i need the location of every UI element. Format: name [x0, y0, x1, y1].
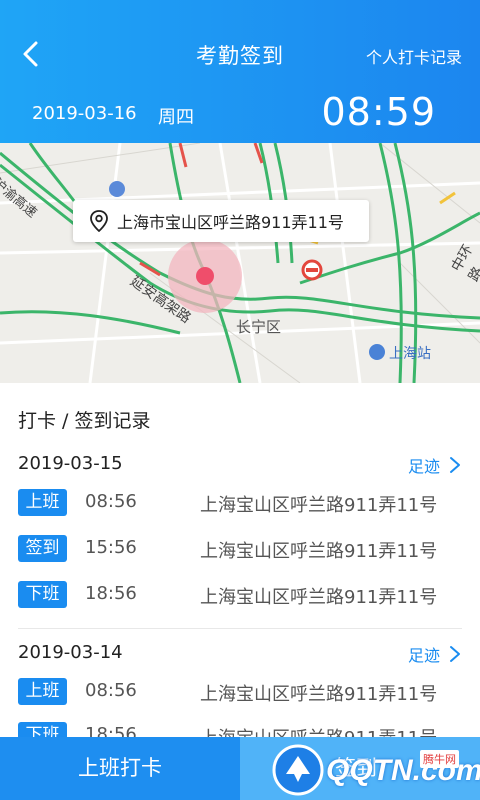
map-label-station: 上海站 [389, 346, 431, 362]
record-address: 上海宝山区呼兰路911弄11号 [200, 684, 438, 705]
record-time: 08:56 [85, 680, 137, 701]
record-type-badge: 签到 [18, 535, 67, 562]
record-type-badge: 上班 [18, 489, 67, 516]
current-time: 08:59 [321, 90, 436, 134]
location-card: 上海市宝山区呼兰路911弄11号 [73, 200, 369, 242]
records-title: 打卡 / 签到记录 [18, 410, 151, 432]
clock-in-button[interactable]: 上班打卡 [0, 737, 240, 800]
chevron-right-icon [450, 646, 460, 662]
record-day-date: 2019-03-15 [18, 453, 123, 474]
bottom-action-bar: 上班打卡 签到 [0, 737, 480, 800]
record-address: 上海宝山区呼兰路911弄11号 [200, 495, 438, 516]
header: 考勤签到 个人打卡记录 2019-03-16 周四 08:59 [0, 0, 480, 143]
record-type-badge: 上班 [18, 678, 67, 705]
record-time: 08:56 [85, 491, 137, 512]
personal-record-link[interactable]: 个人打卡记录 [366, 44, 462, 68]
map-view[interactable]: 上海市宝山区呼兰路911弄11号 长宁区 上海站 延安高架路 中环路 沪渝高速 [0, 143, 480, 383]
sign-in-button[interactable]: 签到 [240, 737, 480, 800]
footprint-link[interactable]: 足迹 [408, 453, 462, 477]
current-date: 2019-03-16 [32, 103, 137, 124]
divider [18, 628, 462, 629]
record-day-date: 2019-03-14 [18, 642, 123, 663]
footprint-label: 足迹 [407, 457, 440, 476]
footprint-link[interactable]: 足迹 [408, 642, 462, 666]
map-label-district: 长宁区 [236, 318, 282, 336]
chevron-right-icon [450, 457, 460, 473]
record-time: 18:56 [85, 583, 137, 604]
record-row: 下班 18:56 上海宝山区呼兰路911弄11号 [0, 581, 480, 611]
location-pin-icon [90, 210, 108, 232]
record-time: 15:56 [85, 537, 137, 558]
record-address: 上海宝山区呼兰路911弄11号 [200, 541, 438, 562]
record-type-badge: 下班 [18, 581, 67, 608]
current-weekday: 周四 [158, 107, 194, 128]
record-row: 上班 08:56 上海宝山区呼兰路911弄11号 [0, 678, 480, 708]
record-row: 上班 08:56 上海宝山区呼兰路911弄11号 [0, 489, 480, 519]
record-row: 签到 15:56 上海宝山区呼兰路911弄11号 [0, 535, 480, 565]
location-address: 上海市宝山区呼兰路911弄11号 [117, 213, 344, 232]
footprint-label: 足迹 [407, 646, 440, 665]
record-address: 上海宝山区呼兰路911弄11号 [200, 587, 438, 608]
